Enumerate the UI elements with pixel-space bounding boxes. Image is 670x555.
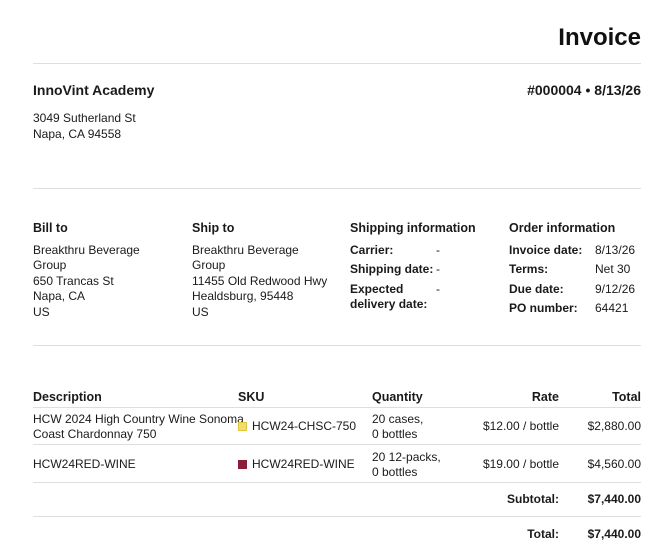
ship-to-country: US	[192, 304, 209, 319]
table-row-2-quantity: 20 12-packs, 0 bottles	[372, 450, 441, 479]
total-value: $7,440.00	[587, 527, 641, 541]
po-number-value: 64421	[595, 301, 629, 315]
expected-delivery-label: Expected delivery date:	[350, 281, 428, 312]
divider	[33, 444, 641, 445]
invoice-page: Invoice InnoVint Academy #000004 • 8/13/…	[0, 0, 670, 555]
invoice-number-date: #000004 • 8/13/26	[527, 82, 641, 98]
col-header-description: Description	[33, 390, 102, 404]
bill-to-section: Bill to Breakthru Beverage Group 650 Tra…	[33, 221, 183, 320]
po-number-label: PO number:	[509, 301, 578, 315]
invoice-date-row: Invoice date: 8/13/26	[509, 243, 641, 259]
col-header-sku: SKU	[238, 390, 265, 404]
terms-row: Terms: Net 30	[509, 262, 641, 278]
total-label: Total:	[527, 527, 559, 541]
due-date-value: 9/12/26	[595, 281, 636, 296]
col-header-rate: Rate	[531, 390, 559, 404]
bill-to-name-line2: Group	[33, 258, 67, 272]
invoice-date-value: 8/13/26	[595, 242, 636, 257]
company-name: InnoVint Academy	[33, 82, 155, 98]
carrier-row: Carrier: -	[350, 243, 500, 259]
divider	[33, 345, 641, 346]
expected-delivery-value: -	[436, 281, 440, 296]
divider	[33, 63, 641, 64]
company-address-line2: Napa, CA 94558	[33, 127, 122, 141]
table-row-2-sku: HCW24RED-WINE	[238, 457, 355, 472]
bill-to-country: US	[33, 304, 50, 319]
subtotal-value: $7,440.00	[587, 492, 641, 506]
ship-to-city: Healdsburg, 95448	[192, 289, 294, 303]
due-date-row: Due date: 9/12/26	[509, 282, 641, 298]
table-row-1-total: $2,880.00	[587, 419, 641, 433]
bill-to-street: 650 Trancas St	[33, 273, 114, 288]
po-number-row: PO number: 64421	[509, 301, 641, 317]
table-row-1-description: HCW 2024 High Country Wine Sonoma Coast …	[33, 412, 244, 441]
company-address-line1: 3049 Sutherland St	[33, 111, 136, 125]
subtotal-label: Subtotal:	[507, 492, 559, 506]
shipping-info-section: Shipping information Carrier: - Shipping…	[350, 221, 500, 317]
carrier-value: -	[436, 242, 440, 257]
table-row-2-rate: $19.00 / bottle	[482, 457, 559, 471]
table-row-2-total: $4,560.00	[587, 457, 641, 471]
due-date-label: Due date:	[509, 281, 564, 296]
invoice-date-label: Invoice date:	[509, 242, 583, 257]
carrier-label: Carrier:	[350, 242, 394, 257]
ship-to-street: 11455 Old Redwood Hwy	[192, 273, 328, 288]
terms-value: Net 30	[595, 262, 631, 276]
divider	[33, 516, 641, 517]
ship-to-name-line2: Group	[192, 258, 226, 272]
table-row-1-quantity: 20 cases, 0 bottles	[372, 412, 424, 441]
table-row-2-description: HCW24RED-WINE	[33, 457, 136, 471]
col-header-quantity: Quantity	[372, 390, 423, 404]
shipping-info-heading: Shipping information	[350, 221, 476, 235]
sku-color-swatch	[238, 460, 247, 469]
table-row-1-rate: $12.00 / bottle	[482, 419, 559, 433]
bill-to-name: Breakthru Beverage	[33, 242, 140, 257]
expected-delivery-row: Expected delivery date: -	[350, 282, 500, 313]
shipping-date-row: Shipping date: -	[350, 262, 500, 278]
shipping-date-label: Shipping date:	[350, 262, 434, 276]
invoice-title: Invoice	[558, 24, 641, 51]
order-info-section: Order information Invoice date: 8/13/26 …	[509, 221, 641, 321]
col-header-total: Total	[612, 390, 641, 404]
sku-color-swatch	[238, 422, 247, 431]
ship-to-heading: Ship to	[192, 221, 235, 235]
bill-to-city: Napa, CA	[33, 289, 86, 303]
shipping-date-value: -	[436, 262, 440, 276]
bill-to-heading: Bill to	[33, 221, 68, 235]
divider	[33, 188, 641, 189]
company-address: 3049 Sutherland St Napa, CA 94558	[33, 110, 136, 142]
ship-to-name: Breakthru Beverage	[192, 242, 299, 257]
divider	[33, 482, 641, 483]
order-info-heading: Order information	[509, 221, 616, 235]
terms-label: Terms:	[509, 262, 549, 276]
ship-to-section: Ship to Breakthru Beverage Group 11455 O…	[192, 221, 342, 320]
table-row-1-sku: HCW24-CHSC-750	[238, 419, 356, 434]
divider	[33, 407, 641, 408]
